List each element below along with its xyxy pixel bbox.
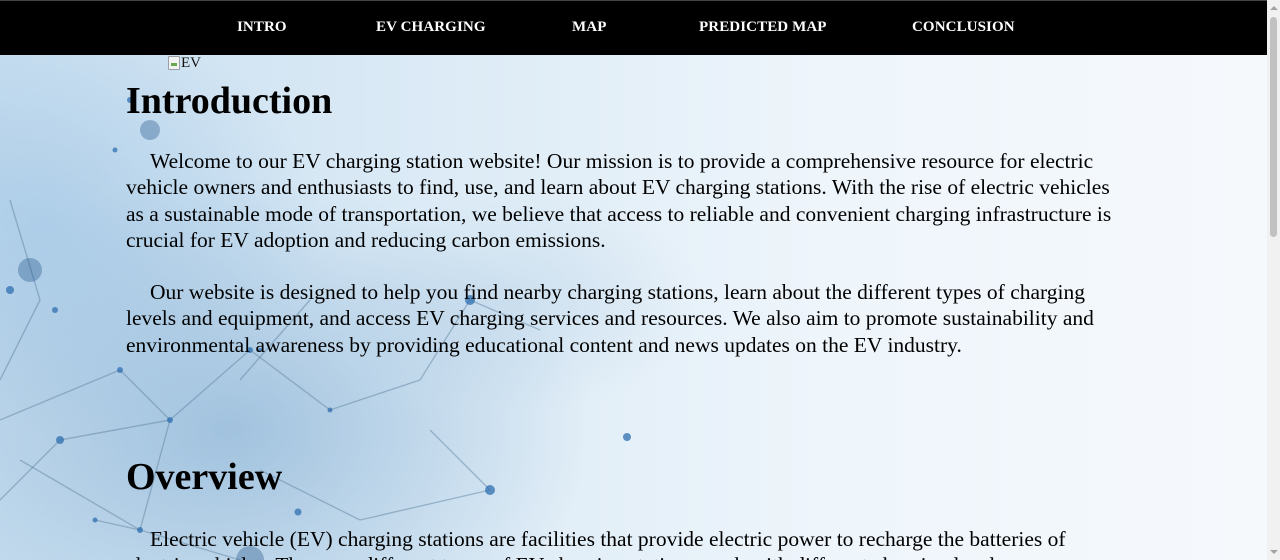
scroll-up-button[interactable] (1267, 0, 1280, 16)
introduction-heading: Introduction (126, 80, 333, 122)
broken-image-icon (168, 56, 180, 70)
overview-paragraph: Electric vehicle (EV) charging stations … (126, 527, 1066, 560)
arrow-down-icon (1269, 550, 1278, 554)
scroll-down-button[interactable] (1267, 544, 1280, 560)
nav-link-map[interactable]: MAP (572, 19, 606, 36)
intro-paragraph: Our website is designed to help you find… (126, 280, 1094, 357)
hero-image-alt-text: EV (181, 54, 201, 71)
intro-paragraph: Welcome to our EV charging station websi… (126, 149, 1112, 252)
vertical-scrollbar[interactable] (1267, 0, 1280, 560)
hero-image: EV (168, 55, 201, 71)
scrollbar-thumb[interactable] (1270, 17, 1277, 237)
nav-link-intro[interactable]: INTRO (237, 19, 287, 36)
nav-link-conclusion[interactable]: CONCLUSION (912, 19, 1015, 36)
nav-link-ev-charging[interactable]: EV CHARGING (376, 19, 486, 36)
arrow-up-icon (1269, 6, 1278, 10)
page: INTRO EV CHARGING MAP PREDICTED MAP CONC… (0, 0, 1267, 560)
nav-link-predicted-map[interactable]: PREDICTED MAP (699, 19, 827, 36)
top-navbar: INTRO EV CHARGING MAP PREDICTED MAP CONC… (0, 0, 1267, 55)
overview-heading: Overview (126, 456, 283, 498)
